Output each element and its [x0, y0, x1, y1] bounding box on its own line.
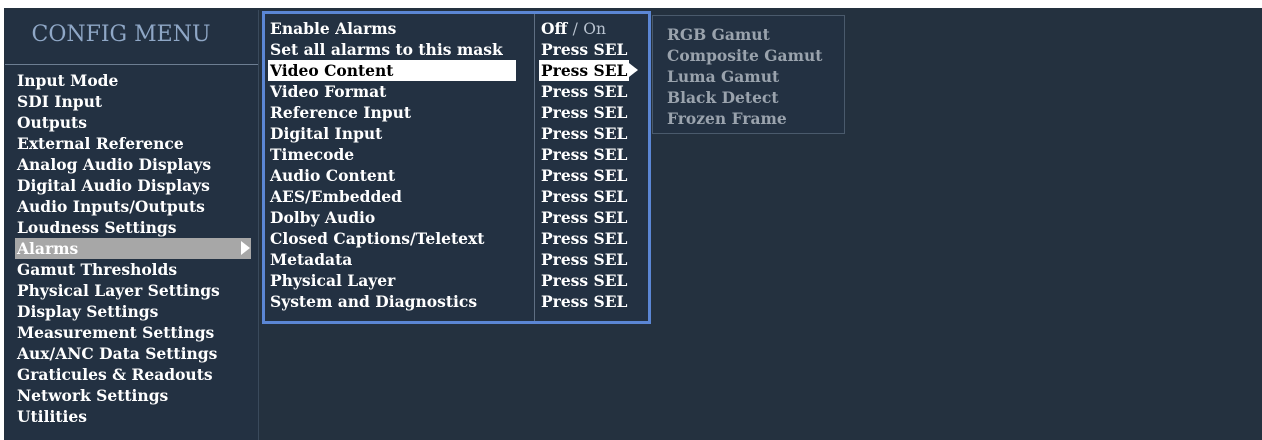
video-content-item-rgb-gamut[interactable]: RGB Gamut: [667, 24, 822, 45]
alarms-submenu: Enable Alarms Off / On Set all alarms to…: [262, 11, 651, 324]
alarm-row-reference-input[interactable]: Reference Input Press SEL: [265, 102, 648, 123]
alarm-value: Press SEL: [541, 229, 628, 248]
config-item-graticules-readouts[interactable]: Graticules & Readouts: [5, 364, 258, 385]
config-item-sdi-input[interactable]: SDI Input: [5, 91, 258, 112]
alarm-value: Press SEL: [541, 145, 628, 164]
alarm-row-audio-content[interactable]: Audio Content Press SEL: [265, 165, 648, 186]
config-item-physical-layer-settings[interactable]: Physical Layer Settings: [5, 280, 258, 301]
alarm-row-system-diagnostics[interactable]: System and Diagnostics Press SEL: [265, 291, 648, 312]
alarm-value: Press SEL: [541, 271, 628, 290]
config-item-digital-audio-displays[interactable]: Digital Audio Displays: [5, 175, 258, 196]
alarm-value: Press SEL: [541, 103, 628, 122]
config-item-display-settings[interactable]: Display Settings: [5, 301, 258, 322]
frame-top: [0, 0, 1262, 8]
alarm-label: Video Content: [268, 60, 516, 81]
alarm-row-video-format[interactable]: Video Format Press SEL: [265, 81, 648, 102]
alarm-label: System and Diagnostics: [270, 292, 478, 311]
alarm-label: Video Format: [270, 82, 387, 101]
alarm-value: Press SEL: [541, 250, 628, 269]
alarm-row-aes-embedded[interactable]: AES/Embedded Press SEL: [265, 186, 648, 207]
toggle-off-option[interactable]: Off: [541, 19, 567, 38]
config-menu-divider: [5, 64, 258, 65]
alarm-label: Audio Content: [270, 166, 396, 185]
alarm-value: Press SEL: [541, 166, 628, 185]
config-item-measurement-settings[interactable]: Measurement Settings: [5, 322, 258, 343]
alarm-value: Press SEL: [541, 208, 628, 227]
alarm-label: AES/Embedded: [270, 187, 402, 206]
alarm-row-enable-alarms[interactable]: Enable Alarms Off / On: [265, 18, 648, 39]
alarm-label: Metadata: [270, 250, 353, 269]
alarm-value: Press SEL: [541, 82, 628, 101]
waveform-monitor-screen: CONFIG MENU Input Mode SDI Input Outputs…: [0, 0, 1262, 440]
config-menu-list: Input Mode SDI Input Outputs External Re…: [5, 70, 258, 427]
alarm-row-physical-layer[interactable]: Physical Layer Press SEL: [265, 270, 648, 291]
config-item-input-mode[interactable]: Input Mode: [5, 70, 258, 91]
alarm-value: Press SEL: [539, 60, 630, 81]
config-item-gamut-thresholds[interactable]: Gamut Thresholds: [5, 259, 258, 280]
alarm-label: Dolby Audio: [270, 208, 376, 227]
submenu-arrow-icon: [241, 241, 250, 255]
alarm-row-digital-input[interactable]: Digital Input Press SEL: [265, 123, 648, 144]
config-item-audio-inputs-outputs[interactable]: Audio Inputs/Outputs: [5, 196, 258, 217]
alarm-row-metadata[interactable]: Metadata Press SEL: [265, 249, 648, 270]
config-menu-title: CONFIG MENU: [31, 22, 211, 47]
toggle-on-option[interactable]: On: [583, 20, 606, 38]
config-item-external-reference[interactable]: External Reference: [5, 133, 258, 154]
alarm-row-set-all-mask[interactable]: Set all alarms to this mask Press SEL: [265, 39, 648, 60]
alarm-label: Enable Alarms: [270, 19, 397, 38]
config-item-network-settings[interactable]: Network Settings: [5, 385, 258, 406]
alarm-row-video-content[interactable]: Video Content Press SEL: [265, 60, 648, 81]
alarm-row-dolby-audio[interactable]: Dolby Audio Press SEL: [265, 207, 648, 228]
video-content-list: RGB Gamut Composite Gamut Luma Gamut Bla…: [667, 24, 822, 129]
video-content-item-frozen-frame[interactable]: Frozen Frame: [667, 108, 822, 129]
video-content-submenu: RGB Gamut Composite Gamut Luma Gamut Bla…: [652, 15, 845, 134]
alarm-value: Press SEL: [541, 40, 628, 59]
frame-left: [0, 0, 4, 440]
alarm-label: Set all alarms to this mask: [270, 40, 503, 59]
video-content-item-luma-gamut[interactable]: Luma Gamut: [667, 66, 822, 87]
alarm-label: Reference Input: [270, 103, 412, 122]
alarm-label: Digital Input: [270, 124, 383, 143]
config-item-aux-anc-data-settings[interactable]: Aux/ANC Data Settings: [5, 343, 258, 364]
config-item-alarms[interactable]: Alarms: [15, 238, 251, 259]
toggle-separator: /: [572, 20, 578, 38]
video-content-item-composite-gamut[interactable]: Composite Gamut: [667, 45, 822, 66]
config-item-loudness-settings[interactable]: Loudness Settings: [5, 217, 258, 238]
config-item-analog-audio-displays[interactable]: Analog Audio Displays: [5, 154, 258, 175]
alarm-value: Press SEL: [541, 187, 628, 206]
config-item-outputs[interactable]: Outputs: [5, 112, 258, 133]
alarm-row-timecode[interactable]: Timecode Press SEL: [265, 144, 648, 165]
config-menu-panel: CONFIG MENU Input Mode SDI Input Outputs…: [5, 10, 259, 440]
enable-alarms-toggle[interactable]: Off / On: [541, 18, 606, 39]
config-item-utilities[interactable]: Utilities: [5, 406, 258, 427]
alarm-row-closed-captions-teletext[interactable]: Closed Captions/Teletext Press SEL: [265, 228, 648, 249]
alarm-label: Closed Captions/Teletext: [270, 229, 485, 248]
alarm-label: Timecode: [270, 145, 355, 164]
alarm-label: Physical Layer: [270, 271, 396, 290]
submenu-arrow-icon: [629, 63, 638, 77]
alarm-value: Press SEL: [541, 292, 628, 311]
config-item-alarms-label: Alarms: [17, 239, 79, 258]
video-content-item-black-detect[interactable]: Black Detect: [667, 87, 822, 108]
alarm-value: Press SEL: [541, 124, 628, 143]
